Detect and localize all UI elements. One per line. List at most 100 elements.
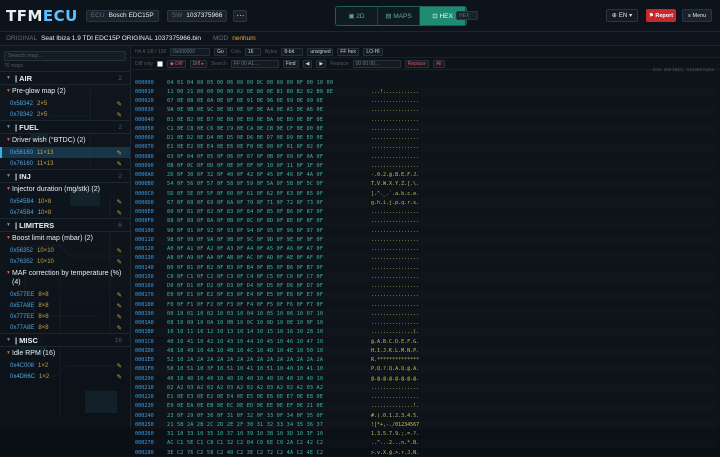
pencil-icon[interactable]: ✎ bbox=[117, 198, 122, 206]
hex-bytes[interactable]: 0B 0F 0C 0F 0D 0F 0E 0F 0F 0F 10 0F 11 0… bbox=[167, 163, 363, 169]
endian-select[interactable]: LO-HI bbox=[363, 47, 384, 56]
hex-row[interactable]: 0000F0 88 0F 89 0F 8A 0F 8B 0F 8C 0F 8D 0… bbox=[135, 217, 715, 226]
hex-bytes[interactable]: D0 0F D1 0F D2 0F D3 0F D4 0F D5 0F D6 0… bbox=[167, 283, 363, 289]
hex-row[interactable]: 000180 F0 0F F1 0F F2 0F F3 0F F4 0F F5 0… bbox=[135, 300, 715, 309]
map-address-item[interactable]: 0x76160 11×13 ✎ bbox=[0, 158, 130, 169]
map-address-item[interactable]: 0x745B4 10×8 ✎ bbox=[0, 207, 130, 218]
go-button[interactable]: Go bbox=[214, 47, 227, 56]
hex-row[interactable]: 0001F0 50 10 51 10 3F 10 51 10 41 10 51 1… bbox=[135, 365, 715, 374]
hex-row[interactable]: 0000C0 5D 0F 5E 0F 5F 0F 60 0F 61 0F 62 0… bbox=[135, 189, 715, 198]
hex-row[interactable]: 000050 C1 0E C8 0E C6 0E C9 0E CA 0E CB 0… bbox=[135, 124, 715, 133]
hex-row[interactable]: 000270 AC C1 5E C1 C8 C1 32 C2 04 C0 6E C… bbox=[135, 439, 715, 448]
hex-row[interactable]: 0001C0 40 10 41 10 42 10 43 10 44 10 45 1… bbox=[135, 337, 715, 346]
pencil-icon[interactable]: ✎ bbox=[117, 247, 122, 255]
hex-row[interactable]: 000120 A0 0F A1 0F A2 0F A3 0F A4 0F A5 0… bbox=[135, 245, 715, 254]
hex-row[interactable]: 000240 23 0F 29 0F 30 0F 31 0F 32 0F 33 0… bbox=[135, 411, 715, 420]
hex-bytes[interactable]: C1 0E C8 0E C6 0E C9 0E CA 0E CB 0E CF 0… bbox=[167, 126, 363, 132]
hex-bytes[interactable]: A8 0F A9 0F AA 0F AB 0F AC 0F AD 0F AE 0… bbox=[167, 255, 363, 261]
hex-bytes[interactable]: 08 10 09 10 0A 10 0B 10 0C 10 0D 10 0E 1… bbox=[167, 320, 363, 326]
sign-select[interactable]: unsigned bbox=[307, 47, 334, 56]
replace-input[interactable]: 00 00 00… bbox=[352, 59, 401, 68]
hex-row[interactable]: 000160 D0 0F D1 0F D2 0F D3 0F D4 0F D5 0… bbox=[135, 282, 715, 291]
hex-bytes[interactable]: A0 0F A1 0F A2 0F A3 0F A4 0F A5 0F A6 0… bbox=[167, 246, 363, 252]
hex-row[interactable]: 000090 0B 0F 0C 0F 0D 0F 0E 0F 0F 0F 10 0… bbox=[135, 161, 715, 170]
find-next-button[interactable]: ▶ bbox=[316, 59, 327, 68]
pencil-icon[interactable]: ✎ bbox=[117, 313, 122, 321]
hex-bytes[interactable]: 03 0F 04 0F 05 0F 06 0F 07 0F 0B 0F 09 0… bbox=[167, 154, 363, 160]
hex-row[interactable]: 000070 E1 0E E2 0E E4 0E E6 0E F0 0E 00 0… bbox=[135, 143, 715, 152]
category-header[interactable]: ▼ | INJ 2 bbox=[0, 169, 130, 183]
hex-row[interactable]: 000130 A8 0F A9 0F AA 0F AB 0F AC 0F AD 0… bbox=[135, 254, 715, 263]
hex-row[interactable]: 000110 98 0F 99 0F 9A 0F 9B 0F 9C 0F 9D 0… bbox=[135, 235, 715, 244]
pencil-icon[interactable]: ✎ bbox=[117, 209, 122, 217]
hex-bytes[interactable]: 04 01 04 00 05 00 06 00 00 0C 00 00 00 0… bbox=[167, 80, 363, 86]
hex-bytes[interactable]: D1 0E D2 0E D4 0E D5 0E D6 0E D7 0E D9 0… bbox=[167, 135, 363, 141]
mode-select[interactable]: HEX bbox=[456, 11, 478, 20]
pencil-icon[interactable]: ✎ bbox=[117, 324, 122, 332]
map-address-item[interactable]: 0x57A8E 8×8 ✎ bbox=[0, 300, 130, 311]
hex-bytes[interactable]: 9A 0E 9B 0E 9C 0E 9D 0E 9F 0E A4 0E A5 0… bbox=[167, 107, 363, 113]
hex-row[interactable]: 000170 E0 0F E1 0F E2 0F E3 0F E4 0F E5 0… bbox=[135, 291, 715, 300]
diff-only-checkbox[interactable] bbox=[156, 60, 163, 67]
map-address-item[interactable]: 0x56352 10×10 ✎ bbox=[0, 245, 130, 256]
hex-bytes[interactable]: 02 A2 03 A2 02 A2 03 A2 02 A2 03 A2 02 A… bbox=[167, 385, 363, 391]
map-group[interactable]: ▼ Injector duration (mg/stk) (2) bbox=[0, 183, 130, 196]
hex-row[interactable]: 000020 07 0E 88 0E 8A 0E 8F 0E 91 0E 96 0… bbox=[135, 97, 715, 106]
hex-search-input[interactable]: FF 00 A1… bbox=[230, 59, 279, 68]
hex-row[interactable]: 0001D0 48 10 49 10 4A 10 4B 10 4C 10 4D 1… bbox=[135, 346, 715, 355]
hex-row[interactable]: 000080 03 0F 04 0F 05 0F 06 0F 07 0F 0B 0… bbox=[135, 152, 715, 161]
map-address-item[interactable]: 0x4D66C 1×2 ✎ bbox=[0, 371, 130, 382]
hex-bytes[interactable]: 5D 0F 5E 0F 5F 0F 60 0F 61 0F 62 0F 63 0… bbox=[167, 191, 363, 197]
hex-row[interactable]: 000260 31 10 33 10 35 10 37 10 39 10 3B 1… bbox=[135, 430, 715, 439]
hex-bytes[interactable]: 40 10 40 10 40 10 40 10 40 10 40 10 40 1… bbox=[167, 376, 363, 382]
menu-button[interactable]: ≡ Menu bbox=[682, 9, 712, 22]
find-prev-button[interactable]: ◀ bbox=[302, 59, 313, 68]
hex-row[interactable]: 0000B0 54 0F 56 0F 57 0F 58 0F 59 0F 5A 0… bbox=[135, 180, 715, 189]
hex-bytes[interactable]: 50 10 51 10 3F 10 51 10 41 10 51 10 40 1… bbox=[167, 366, 363, 372]
map-group[interactable]: ▼ Idle RPM (16) bbox=[0, 347, 130, 360]
language-select[interactable]: ⊕ EN ▾ bbox=[606, 9, 638, 22]
cols-select[interactable]: 16 bbox=[244, 47, 261, 56]
map-group[interactable]: ▼ Driver wish (°BTDC) (2) bbox=[0, 134, 130, 147]
hex-row[interactable]: 000140 B0 0F B1 0F B2 0F B3 0F B4 0F B5 0… bbox=[135, 263, 715, 272]
map-address-item[interactable]: 0x78342 2×5 ✎ bbox=[0, 109, 130, 120]
map-address-item[interactable]: 0x777EE 8×8 ✎ bbox=[0, 311, 130, 322]
pencil-icon[interactable]: ✎ bbox=[117, 373, 122, 381]
hex-bytes[interactable]: 40 10 41 10 42 10 43 10 44 10 45 10 46 1… bbox=[167, 339, 363, 345]
pencil-icon[interactable]: ✎ bbox=[117, 302, 122, 310]
category-header[interactable]: ▼ | MISC 16 bbox=[0, 333, 130, 347]
hex-bytes[interactable]: 10 10 11 10 12 10 13 10 14 10 15 10 16 1… bbox=[167, 329, 363, 335]
pencil-icon[interactable]: ✎ bbox=[117, 258, 122, 266]
pencil-icon[interactable]: ✎ bbox=[117, 362, 122, 370]
hex-bytes[interactable]: 07 0E 88 0E 8A 0E 8F 0E 91 0E 96 0E 99 0… bbox=[167, 98, 363, 104]
more-button[interactable]: ⋯ bbox=[233, 9, 248, 22]
hex-bytes[interactable]: 52 10 2A 2A 2A 2A 2A 2A 2A 2A 2A 2A 2A 2… bbox=[167, 357, 363, 363]
hex-bytes[interactable]: 00 10 01 10 02 10 03 10 04 10 05 10 06 1… bbox=[167, 311, 363, 317]
hex-row[interactable]: 000210 02 A2 03 A2 02 A2 03 A2 02 A2 03 A… bbox=[135, 383, 715, 392]
hex-row[interactable]: 000190 00 10 01 10 02 10 03 10 04 10 05 1… bbox=[135, 309, 715, 318]
hex-bytes[interactable]: 48 10 49 10 4A 10 4B 10 4C 10 4D 10 4E 1… bbox=[167, 348, 363, 354]
hex-bytes[interactable]: E1 0E E2 0E E4 0E E6 0E F0 0E 00 0F 01 0… bbox=[167, 144, 363, 150]
mode-maps-button[interactable]: ▤ MAPS bbox=[378, 7, 420, 25]
map-address-item[interactable]: 0x58342 2×5 ✎ bbox=[0, 98, 130, 109]
hex-row[interactable]: 000220 E1 0E E3 0E E2 0E E4 0E E5 0E E6 0… bbox=[135, 393, 715, 402]
hex-row[interactable]: 000150 C0 0F C1 0F C2 0F C3 0F C4 0F C5 0… bbox=[135, 272, 715, 281]
map-group[interactable]: ▼ MAF correction by temperature (%) (4) bbox=[0, 267, 130, 289]
hex-bytes[interactable]: E0 0F E1 0F E2 0F E3 0F E4 0F E5 0F E6 0… bbox=[167, 292, 363, 298]
hex-row[interactable]: 000100 90 0F 91 0F 92 0F 93 0F 94 0F 95 0… bbox=[135, 226, 715, 235]
map-address-item[interactable]: 0x56160 11×13 ✎ bbox=[0, 147, 130, 158]
hex-bytes[interactable]: AC C1 5E C1 C8 C1 32 C2 04 C0 6E C0 2A C… bbox=[167, 440, 363, 446]
pencil-icon[interactable]: ✎ bbox=[117, 291, 122, 299]
category-header[interactable]: ▼ | AIR 2 bbox=[0, 71, 130, 85]
hex-bytes[interactable]: 2D 0F 30 0F 32 0F 40 0F 42 0F 45 0F 46 0… bbox=[167, 172, 363, 178]
replace-all-button[interactable]: All bbox=[432, 59, 445, 68]
hex-row[interactable]: 000280 3E C2 76 C2 58 C2 40 C2 3E C2 72 C… bbox=[135, 448, 715, 457]
hex-bytes[interactable]: 11 00 21 00 00 00 00 02 0E 80 0E 81 80 B… bbox=[167, 89, 363, 95]
hex-row[interactable]: 000060 D1 0E D2 0E D4 0E D5 0E D6 0E D7 0… bbox=[135, 134, 715, 143]
bytes-select[interactable]: 8-bit bbox=[281, 47, 304, 56]
hex-grid[interactable]: 000000 04 01 04 00 05 00 06 00 00 0C 00 0… bbox=[135, 78, 715, 457]
hex-bytes[interactable]: 90 0F 91 0F 92 0F 93 0F 94 0F 95 0F 96 0… bbox=[167, 228, 363, 234]
hex-bytes[interactable]: 3E C2 76 C2 58 C2 40 C2 3E C2 72 C2 4A C… bbox=[167, 450, 363, 456]
hex-row[interactable]: 000030 9A 0E 9B 0E 9C 0E 9D 0E 9F 0E A4 0… bbox=[135, 106, 715, 115]
hex-bytes[interactable]: 80 0F 81 0F 82 0F 83 0F 84 0F 85 0F 86 0… bbox=[167, 209, 363, 215]
